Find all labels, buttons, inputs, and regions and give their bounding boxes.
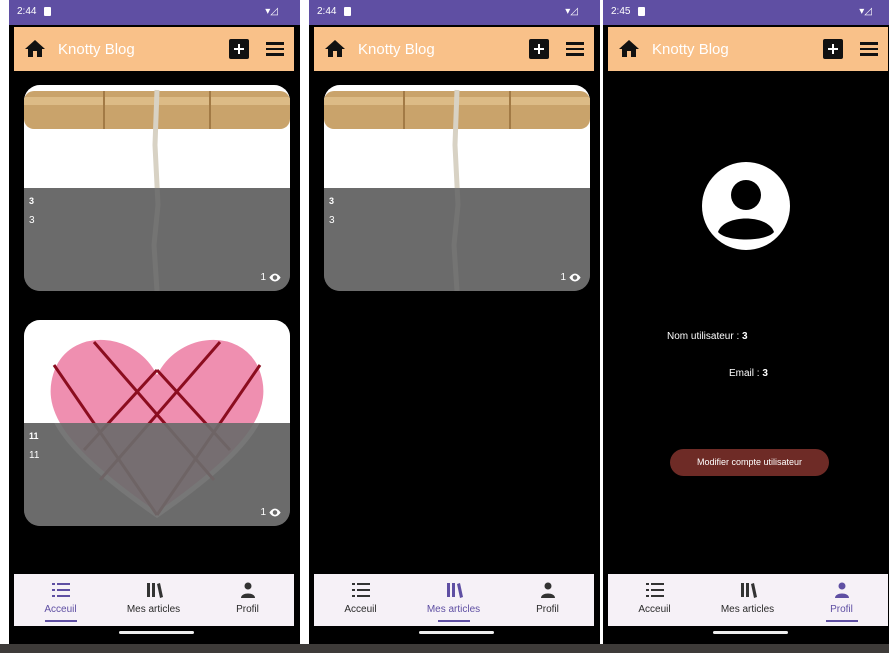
views-value: 1 (260, 272, 266, 283)
nav-item-my-articles[interactable]: Mes articles (407, 574, 500, 626)
person-icon (835, 582, 849, 598)
article-subtitle: 11 (29, 450, 40, 461)
nav-label: Acceuil (638, 604, 671, 615)
library-icon (447, 583, 463, 598)
person-icon (241, 582, 255, 598)
article-image-bamboo (324, 85, 590, 291)
nav-item-profile[interactable]: Profil (201, 574, 294, 626)
status-time: 2:44 (17, 6, 37, 17)
username-row: Nom utilisateur : 3 (667, 331, 748, 342)
edit-account-button[interactable]: Modifier compte utilisateur (670, 449, 829, 476)
phone-screen-home: 2:44 ▾◿ Knotty Blog 3 3 1 11 11 1 Acceui… (9, 0, 300, 653)
status-bar: 2:44 ▾◿ (309, 0, 600, 25)
add-box-icon[interactable] (229, 39, 249, 59)
bottom-navigation: Acceuil Mes articles Profil (314, 574, 594, 626)
status-time: 2:44 (317, 6, 337, 17)
list-icon (646, 583, 664, 597)
views-count: 1 (260, 507, 282, 518)
card-overlay (324, 188, 590, 291)
views-count: 1 (560, 272, 582, 283)
status-bar: 2:44 ▾◿ (9, 0, 300, 25)
app-bar: Knotty Blog (314, 27, 594, 71)
sd-card-icon (638, 7, 645, 16)
article-card[interactable]: 3 3 1 (24, 85, 290, 291)
active-indicator (438, 620, 470, 622)
username-value: 3 (742, 331, 748, 342)
eye-icon (269, 273, 281, 282)
username-label: Nom utilisateur : (667, 331, 740, 342)
account-circle-icon (702, 162, 790, 250)
active-indicator (826, 620, 858, 622)
menu-icon[interactable] (566, 42, 584, 56)
views-value: 1 (560, 272, 566, 283)
email-row: Email : 3 (729, 368, 768, 379)
article-title: 3 (29, 196, 35, 206)
bottom-navigation: Acceuil Mes articles Profil (608, 574, 888, 626)
nav-item-profile[interactable]: Profil (795, 574, 888, 626)
menu-icon[interactable] (860, 42, 878, 56)
bottom-navigation: Acceuil Mes articles Profil (14, 574, 294, 626)
eye-icon (269, 508, 281, 517)
eye-icon (569, 273, 581, 282)
app-bar: Knotty Blog (608, 27, 888, 71)
home-icon[interactable] (323, 37, 347, 61)
status-time: 2:45 (611, 6, 631, 17)
signal-icon: ▾◿ (859, 6, 872, 17)
phone-screen-my-articles: 2:44 ▾◿ Knotty Blog 3 3 1 Acceuil Mes ar… (309, 0, 600, 653)
add-box-icon[interactable] (529, 39, 549, 59)
status-bar: 2:45 ▾◿ (603, 0, 889, 25)
home-icon[interactable] (617, 37, 641, 61)
signal-icon: ▾◿ (565, 6, 578, 17)
nav-item-my-articles[interactable]: Mes articles (701, 574, 794, 626)
person-icon (541, 582, 555, 598)
app-bar: Knotty Blog (14, 27, 294, 71)
gesture-bar[interactable] (713, 631, 788, 634)
nav-label: Mes articles (126, 604, 181, 615)
article-card[interactable]: 11 11 1 (24, 320, 290, 526)
nav-item-profile[interactable]: Profil (501, 574, 594, 626)
nav-label: Profil (536, 604, 559, 615)
views-count: 1 (260, 272, 282, 283)
email-value: 3 (762, 368, 768, 379)
phone-screen-profile: 2:45 ▾◿ Knotty Blog Nom utilisateur : 3 … (603, 0, 889, 653)
gesture-bar[interactable] (119, 631, 194, 634)
list-icon (352, 583, 370, 597)
nav-label: Acceuil (44, 604, 77, 615)
add-box-icon[interactable] (823, 39, 843, 59)
nav-label: Profil (236, 604, 259, 615)
menu-icon[interactable] (266, 42, 284, 56)
sd-card-icon (344, 7, 351, 16)
sd-card-icon (44, 7, 51, 16)
card-overlay (24, 423, 290, 526)
nav-label: Profil (830, 604, 853, 615)
app-title: Knotty Blog (58, 41, 135, 58)
nav-label: Acceuil (344, 604, 377, 615)
article-title: 3 (329, 196, 335, 206)
app-title: Knotty Blog (652, 41, 729, 58)
article-card[interactable]: 3 3 1 (324, 85, 590, 291)
article-title: 11 (29, 431, 39, 441)
card-overlay (24, 188, 290, 291)
signal-icon: ▾◿ (265, 6, 278, 17)
nav-item-home[interactable]: Acceuil (314, 574, 407, 626)
nav-label: Mes articles (720, 604, 775, 615)
nav-label: Mes articles (426, 604, 481, 615)
gesture-bar[interactable] (419, 631, 494, 634)
active-indicator (45, 620, 77, 622)
library-icon (147, 583, 163, 598)
views-value: 1 (260, 507, 266, 518)
bottom-shade (0, 644, 889, 653)
article-subtitle: 3 (329, 215, 335, 226)
nav-item-home[interactable]: Acceuil (608, 574, 701, 626)
article-image-bamboo (24, 85, 290, 291)
app-title: Knotty Blog (358, 41, 435, 58)
nav-item-home[interactable]: Acceuil (14, 574, 107, 626)
library-icon (741, 583, 757, 598)
email-label: Email : (729, 368, 760, 379)
home-icon[interactable] (23, 37, 47, 61)
article-subtitle: 3 (29, 215, 35, 226)
nav-item-my-articles[interactable]: Mes articles (107, 574, 200, 626)
list-icon (52, 583, 70, 597)
